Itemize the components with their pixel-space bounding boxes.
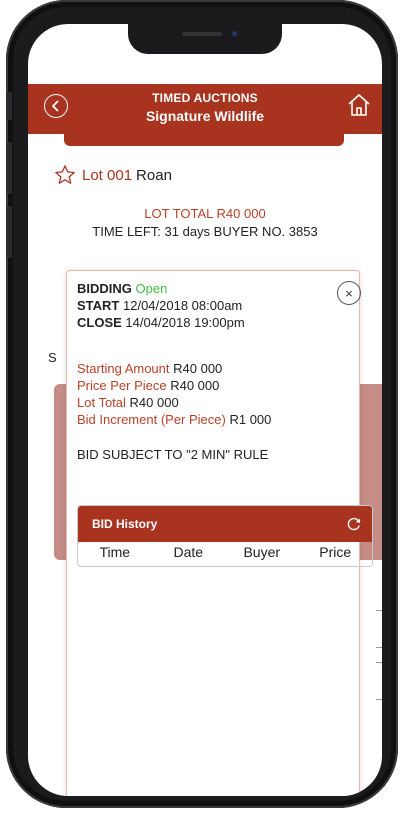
price-per-piece-label: Price Per Piece [77,378,167,393]
lot-total-line: Lot Total R40 000 [77,395,179,410]
background-section-label: S [48,350,57,365]
background-field-2 [376,662,382,700]
lot-name: Roan [136,166,172,184]
column-header-price: Price [319,544,352,560]
lot-row: Lot 001 Roan [54,164,172,186]
starting-amount-label: Starting Amount [77,361,170,376]
bid-increment-line: Bid Increment (Per Piece) R1 000 [77,412,271,427]
app-header: TIMED AUCTIONS Signature Wildlife [28,84,382,134]
phone-frame: TIMED AUCTIONS Signature Wildlife Lot 00… [6,0,398,808]
starting-amount-value: R40 000 [173,361,223,376]
bid-history-panel: BID History Time Date Buyer Price [77,505,373,567]
bidding-modal: × BIDDING Open START 12/04/2018 08:00am … [66,270,373,796]
lot-number: Lot 001 [82,166,133,184]
mute-switch [6,92,12,120]
header-tab-strip [64,134,344,146]
starting-amount-line: Starting Amount R40 000 [77,361,222,376]
column-header-time: Time [99,544,131,560]
header-subtitle: Signature Wildlife [145,108,265,124]
start-label: START [77,298,120,313]
refresh-icon[interactable] [346,516,362,532]
close-button[interactable]: × [337,281,361,305]
column-header-buyer: Buyer [243,544,281,560]
volume-down-button [6,206,12,258]
close-icon: × [345,285,353,301]
close-label: CLOSE [77,315,122,330]
header-title: TIMED AUCTIONS [152,91,258,105]
lot-total: LOT TOTAL R40 000 [144,206,266,221]
bidding-label: BIDDING [77,281,132,296]
bidding-status: Open [135,281,168,296]
bid-history-header: BID History [78,506,372,542]
bid-rule-text: BID SUBJECT TO "2 MIN" RULE [77,447,269,462]
start-value: 12/04/2018 08:00am [123,298,243,313]
notch [128,24,282,54]
home-button[interactable] [346,92,372,118]
speaker [182,32,222,36]
home-icon [348,94,370,116]
bid-increment-label: Bid Increment (Per Piece) [77,412,226,427]
app-screen: TIMED AUCTIONS Signature Wildlife Lot 00… [28,24,382,796]
time-left-buyer-line: TIME LEFT: 31 days BUYER NO. 3853 [92,224,318,239]
bid-increment-value: R1 000 [229,412,272,427]
bid-history-title: BID History [92,517,158,531]
background-field-1 [376,610,382,648]
bid-history-columns: Time Date Buyer Price [78,544,372,564]
bidding-status-line: BIDDING Open [77,281,167,296]
close-value: 14/04/2018 19:00pm [125,315,245,330]
price-per-piece-value: R40 000 [170,378,220,393]
volume-up-button [6,142,12,194]
column-header-date: Date [173,544,204,560]
camera [232,31,237,36]
star-outline-icon[interactable] [54,164,76,186]
close-line: CLOSE 14/04/2018 19:00pm [77,315,245,330]
start-line: START 12/04/2018 08:00am [77,298,242,313]
lot-total-value: R40 000 [129,395,179,410]
price-per-piece-line: Price Per Piece R40 000 [77,378,219,393]
lot-total-label: Lot Total [77,395,126,410]
